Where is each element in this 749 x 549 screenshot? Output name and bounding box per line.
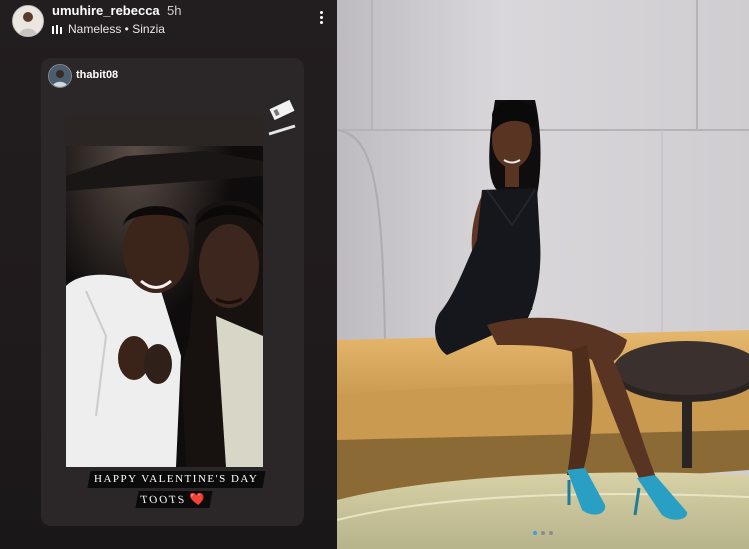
caption-line-2: TOOTS ❤️ [135, 491, 213, 508]
music-bars-icon [52, 24, 62, 34]
carousel-dot [541, 531, 545, 535]
reshare-avatar[interactable] [48, 64, 72, 88]
selfie-photo [66, 116, 263, 467]
heart-icon: ❤️ [188, 492, 209, 506]
more-vertical-icon[interactable] [316, 9, 326, 31]
story-time: 5h [167, 3, 182, 18]
carousel-indicator [533, 531, 553, 535]
reshare-username[interactable]: thabit08 [76, 69, 118, 81]
carousel-dot [549, 531, 553, 535]
story-header: umuhire_rebecca 5h Nameless • Sinzia [0, 0, 337, 50]
profile-avatar[interactable] [12, 5, 44, 37]
caption-line-1: HAPPY VALENTINE'S DAY [87, 471, 266, 488]
story-username[interactable]: umuhire_rebecca [52, 3, 160, 18]
carousel-dot-active [533, 531, 537, 535]
music-label: Nameless • Sinzia [68, 22, 165, 36]
sticker-icon [268, 99, 296, 136]
story-panel: umuhire_rebecca 5h Nameless • Sinzia tha… [0, 0, 337, 549]
caption-text: TOOTS [139, 494, 188, 506]
reshared-story-card[interactable]: thabit08 [41, 58, 304, 526]
music-attribution[interactable]: Nameless • Sinzia [52, 22, 165, 36]
portrait-photo [337, 0, 749, 549]
